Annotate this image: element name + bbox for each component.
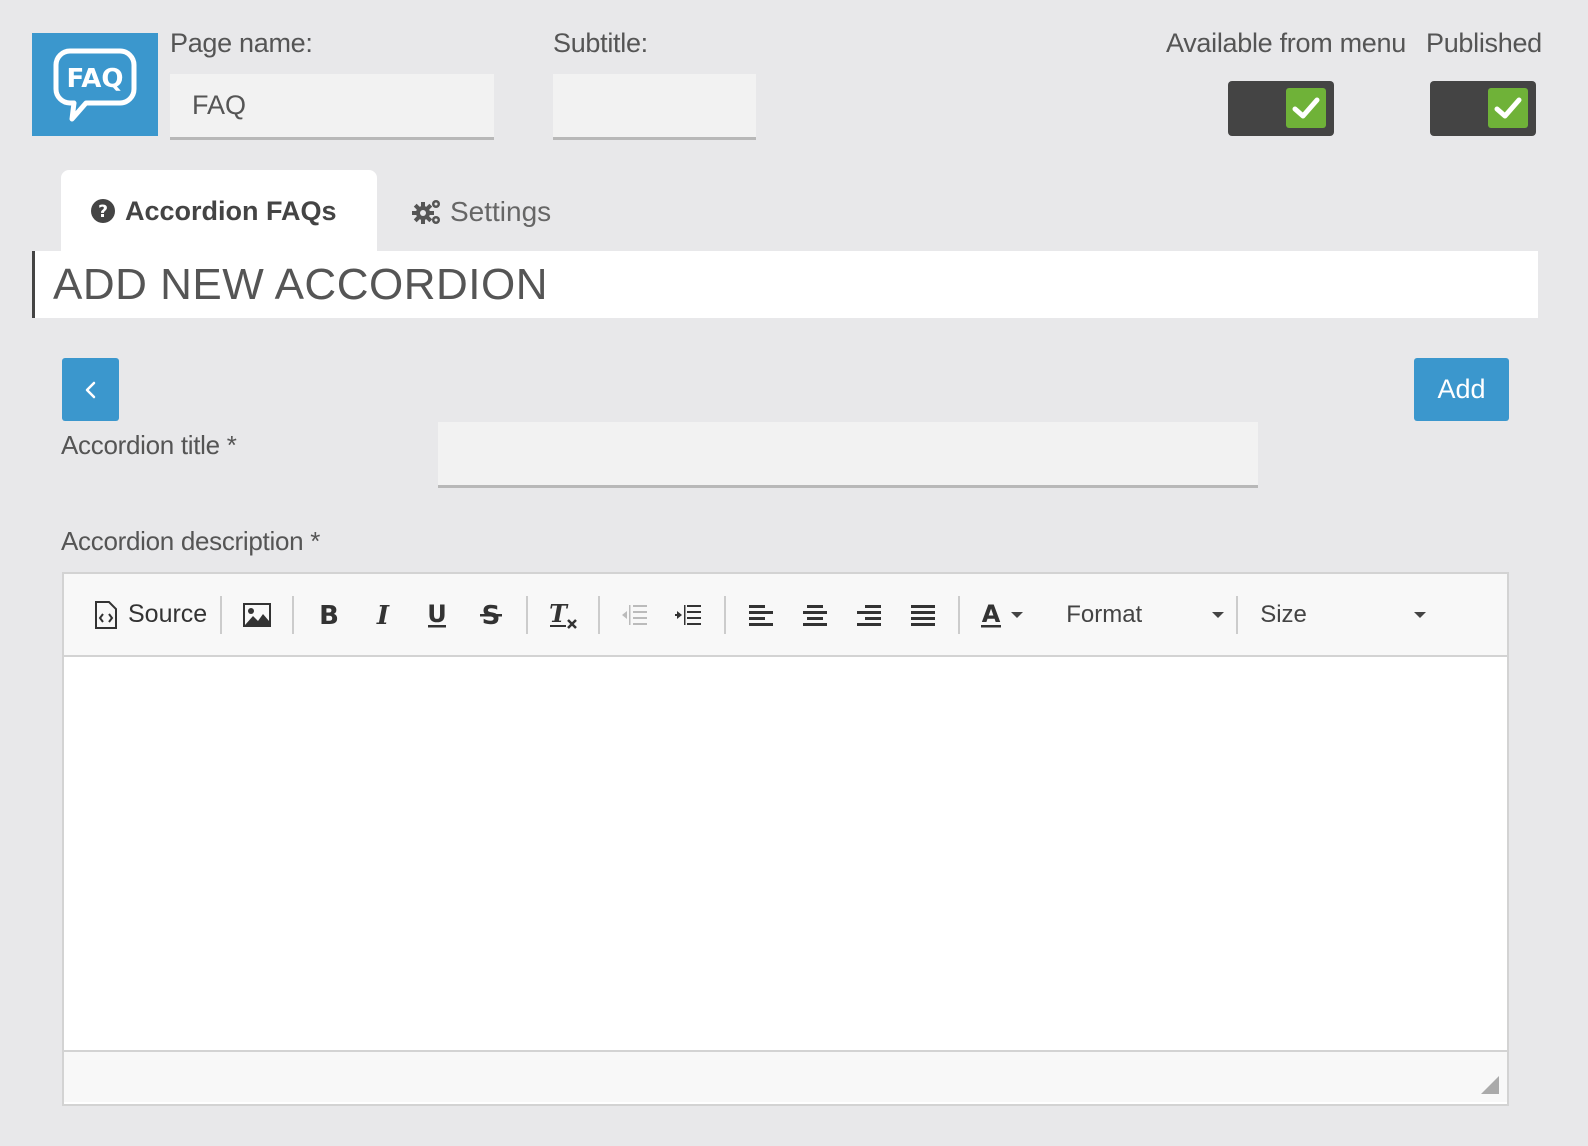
align-center-button[interactable] xyxy=(793,593,837,637)
image-button[interactable] xyxy=(235,593,279,637)
resize-grip-icon[interactable] xyxy=(1481,1076,1499,1094)
toolbar-separator xyxy=(724,595,727,634)
align-justify-icon xyxy=(911,604,936,626)
bold-button[interactable]: B xyxy=(307,593,351,637)
source-icon xyxy=(95,600,117,629)
tab-label: Settings xyxy=(450,196,552,227)
faq-logo: FAQ xyxy=(32,33,158,136)
align-center-icon xyxy=(803,604,828,626)
size-label: Size xyxy=(1260,600,1307,628)
source-button[interactable]: Source xyxy=(94,593,207,637)
format-dropdown[interactable]: Format xyxy=(1056,593,1225,637)
editor-status-bar xyxy=(64,1052,1507,1102)
indent-button[interactable] xyxy=(667,593,711,637)
accordion-description-label: Accordion description * xyxy=(61,526,321,556)
available-from-menu-toggle[interactable] xyxy=(1228,81,1334,136)
available-from-menu-label: Available from menu xyxy=(1166,28,1406,58)
source-label: Source xyxy=(128,600,208,628)
subtitle-input[interactable] xyxy=(553,74,756,140)
align-left-button[interactable] xyxy=(739,593,783,637)
tab-accordion-faqs[interactable]: ? Accordion FAQs xyxy=(61,170,377,252)
underline-button[interactable]: U xyxy=(415,593,459,637)
text-color-button[interactable]: A xyxy=(973,593,1029,637)
svg-text:T: T xyxy=(549,600,569,628)
outdent-icon xyxy=(622,604,648,625)
section-title: ADD NEW ACCORDION xyxy=(32,251,1538,318)
italic-button[interactable]: I xyxy=(361,593,405,637)
strikethrough-button[interactable]: S xyxy=(469,593,513,637)
format-label: Format xyxy=(1066,600,1143,628)
svg-text:?: ? xyxy=(98,202,108,222)
checkmark-icon xyxy=(1286,88,1326,128)
size-dropdown[interactable]: Size xyxy=(1250,593,1427,637)
subtitle-label: Subtitle: xyxy=(553,28,648,58)
toolbar-separator xyxy=(598,595,601,634)
published-label: Published xyxy=(1426,28,1542,58)
gears-icon xyxy=(412,198,442,226)
align-justify-button[interactable] xyxy=(901,593,945,637)
rich-text-editor: Source B I U S T A Format Size xyxy=(62,572,1509,1106)
align-left-icon xyxy=(749,604,774,626)
remove-format-icon: T xyxy=(549,600,578,629)
chevron-left-icon xyxy=(85,381,95,398)
add-button[interactable]: Add xyxy=(1414,358,1509,421)
strikethrough-icon: S xyxy=(480,601,503,629)
toolbar-separator xyxy=(220,595,223,634)
chevron-down-icon xyxy=(1212,611,1225,618)
page-name-label: Page name: xyxy=(170,28,313,58)
svg-text:U: U xyxy=(427,601,447,628)
svg-text:B: B xyxy=(319,602,339,628)
toolbar-separator xyxy=(1236,595,1239,634)
faq-speech-bubble-icon: FAQ xyxy=(53,48,137,121)
toolbar-separator xyxy=(958,595,961,634)
page-name-input[interactable] xyxy=(170,74,494,140)
accordion-title-input[interactable] xyxy=(438,422,1258,488)
italic-icon: I xyxy=(376,602,390,628)
bold-icon: B xyxy=(319,602,339,628)
svg-text:I: I xyxy=(376,602,390,628)
outdent-button[interactable] xyxy=(613,593,657,637)
checkmark-icon xyxy=(1488,88,1528,128)
tab-label: Accordion FAQs xyxy=(125,195,337,226)
chevron-down-icon xyxy=(1414,611,1427,618)
tab-settings[interactable]: Settings xyxy=(412,190,551,234)
align-right-icon xyxy=(857,604,882,626)
image-icon xyxy=(243,602,272,627)
svg-text:A: A xyxy=(982,600,1001,628)
back-button[interactable] xyxy=(62,358,119,421)
indent-icon xyxy=(675,604,702,625)
published-toggle[interactable] xyxy=(1430,81,1536,136)
editor-toolbar: Source B I U S T A Format Size xyxy=(64,574,1507,657)
question-circle-icon: ? xyxy=(91,199,115,223)
underline-icon: U xyxy=(427,601,447,628)
remove-format-button[interactable]: T xyxy=(541,593,585,637)
faq-logo-text: FAQ xyxy=(66,64,123,94)
text-color-icon: A xyxy=(981,600,1002,628)
chevron-down-icon xyxy=(1011,611,1024,618)
align-right-button[interactable] xyxy=(847,593,891,637)
accordion-title-label: Accordion title * xyxy=(61,430,237,460)
toolbar-separator xyxy=(526,595,529,634)
toolbar-separator xyxy=(292,595,295,634)
editor-content-area[interactable] xyxy=(64,657,1507,1052)
